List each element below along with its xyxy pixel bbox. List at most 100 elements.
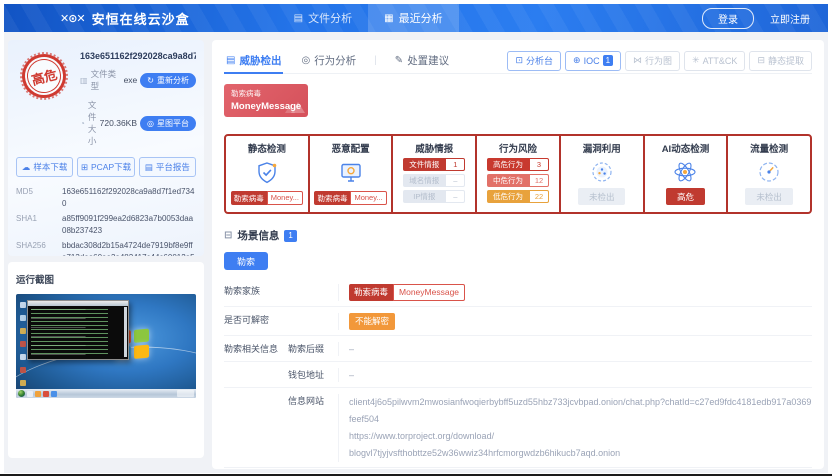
not-decryptable-tag: 不能解密 <box>349 313 395 330</box>
file-info: 163e651162f292028ca9a8d7f1ed73... ▥ 文件类型… <box>80 48 196 147</box>
tag-ransomware: 勒索病毒 <box>314 191 350 205</box>
reanalyze-icon: ↻ <box>147 76 154 85</box>
stat-label: 高危行为 <box>487 158 529 171</box>
shield-check-icon <box>254 155 280 191</box>
file-size-label: 文件大小 <box>88 99 97 147</box>
row-value: – <box>338 342 812 356</box>
ransomware-banner[interactable]: 勒索病毒 MoneyMessage <box>224 84 308 117</box>
atom-icon <box>672 155 698 188</box>
detail-row-sha256: SHA256 bbdac308d2b15a4724de7919bf8e9ffa7… <box>16 240 196 256</box>
terminal-text <box>31 309 119 356</box>
exploit-icon <box>589 155 615 188</box>
pcap-download-button[interactable]: ⊞PCAP下载 <box>77 157 134 177</box>
report-toolbar: ⊡分析台 ⊕IOC1 ⋈行为图 ✳ATT&CK ⊟静态提取 <box>507 51 812 71</box>
tab-label: 行为分析 <box>314 53 356 68</box>
stat-high-risk: 高危行为 3 <box>487 158 549 171</box>
terminal-scrollbar <box>124 307 127 357</box>
onion-blog-url: blogvl7tjyjvsfthobttze52w36wwiz34hrfcmor… <box>349 445 812 462</box>
taskbar-icon <box>51 391 57 397</box>
sha1-value: a85ff9091f299ea2d6823a7b0053daa08b237423 <box>62 213 196 237</box>
cloud-download-icon: ☁ <box>22 162 31 173</box>
button-label: 平台报告 <box>156 161 190 173</box>
register-link[interactable]: 立即注册 <box>770 11 810 26</box>
stat-label: IP情报 <box>403 190 445 203</box>
nav-items: ▤ 文件分析 ▦ 最近分析 <box>278 4 459 32</box>
tag-family: Money... <box>350 191 386 205</box>
nav-item-file-analysis[interactable]: ▤ 文件分析 <box>278 4 368 32</box>
file-size-value: 720.36KB <box>100 118 137 128</box>
file-type-icon: ▥ <box>80 76 88 85</box>
button-label: 样本下载 <box>33 161 67 173</box>
row-info-websites: 信息网站 client4j6o5pilwvm2mwosianfwoqierbyb… <box>224 388 812 468</box>
ransom-scene-tag[interactable]: 勒索 <box>224 252 268 270</box>
attack-icon: ✳ <box>692 55 700 66</box>
row-label: 勒索相关信息 <box>224 342 288 356</box>
file-name: 163e651162f292028ca9a8d7f1ed73... <box>80 51 196 61</box>
risk-stamp-wrap: 高危 <box>16 48 72 147</box>
run-screenshot-thumbnail[interactable] <box>16 294 196 398</box>
run-screenshot-card: 运行截图 <box>8 262 204 458</box>
file-summary-card: 高危 163e651162f292028ca9a8d7f1ed73... ▥ 文… <box>8 40 204 256</box>
tab-threat-detection[interactable]: ▤ 威胁检出 <box>224 48 283 74</box>
stat-low-risk: 低危行为 22 <box>487 190 549 203</box>
login-button[interactable]: 登录 <box>702 8 754 29</box>
banner-family: MoneyMessage <box>231 101 301 112</box>
static-extract-icon: ⊟ <box>757 55 765 66</box>
stat-file-intel: 文件情报 1 <box>403 158 465 171</box>
detection-tags: 勒索病毒 Money... <box>314 191 386 205</box>
recent-analysis-icon: ▦ <box>384 13 393 24</box>
reanalyze-button[interactable]: ↻重新分析 <box>140 73 196 88</box>
taskbar-icon <box>27 391 33 397</box>
tab-disposal-advice[interactable]: ✎ 处置建议 <box>393 48 451 74</box>
detection-title: 行为风险 <box>499 141 537 155</box>
stat-mid-risk: 中危行为 12 <box>487 174 549 187</box>
ioc-button[interactable]: ⊕IOC1 <box>565 51 621 71</box>
row-note-filename: 勒索信文件名 money_message.log <box>224 468 812 469</box>
attack-button[interactable]: ✳ATT&CK <box>684 51 745 71</box>
row-label: 勒索家族 <box>224 284 288 298</box>
tab-behavior-analysis[interactable]: ◎ 行为分析 <box>299 48 358 74</box>
behavior-analysis-icon: ◎ <box>301 55 310 66</box>
banner-category: 勒索病毒 <box>231 88 301 99</box>
detection-col-ai: AI动态检测 高危 <box>645 136 729 212</box>
button-label: IOC <box>584 56 600 66</box>
row-value: client4j6o5pilwvm2mwosianfwoqierbybff5uz… <box>338 394 812 462</box>
row-wallet-address: 钱包地址 – <box>224 362 812 388</box>
button-label: 分析台 <box>526 54 553 67</box>
terminal-window <box>27 300 129 360</box>
platform-report-button[interactable]: ▤平台报告 <box>139 157 196 177</box>
family-name-tag: MoneyMessage <box>393 284 465 301</box>
button-label: ATT&CK <box>703 56 738 66</box>
traffic-gauge-icon <box>756 155 782 188</box>
report-icon: ▤ <box>145 162 153 173</box>
detection-col-traffic: 流量检测 未检出 <box>728 136 810 212</box>
taskbar <box>16 389 196 398</box>
detection-title: 恶意配置 <box>332 141 370 155</box>
row-ransom-family: 勒索家族 勒索病毒MoneyMessage <box>224 278 812 307</box>
terminal-titlebar <box>28 301 128 306</box>
detection-summary-panel: 静态检测 勒索病毒 Money... 恶意配置 勒索病毒 <box>224 134 812 214</box>
nav-item-recent-analysis[interactable]: ▦ 最近分析 <box>368 4 458 32</box>
sample-download-button[interactable]: ☁样本下载 <box>16 157 73 177</box>
row-decryptable: 是否可解密 不能解密 <box>224 307 812 336</box>
desktop-icons <box>20 302 26 308</box>
collapse-icon[interactable]: ⊟ <box>224 230 232 241</box>
nav-right: 登录 立即注册 <box>702 8 810 29</box>
disposal-advice-icon: ✎ <box>395 55 403 66</box>
reanalyze-label: 重新分析 <box>157 75 189 86</box>
starmap-icon: ◎ <box>147 119 154 128</box>
analysis-console-button[interactable]: ⊡分析台 <box>507 51 561 71</box>
scene-info-title: 场景信息 <box>237 228 279 243</box>
stat-label: 文件情报 <box>403 158 445 171</box>
tab-label: 威胁检出 <box>239 53 281 68</box>
starmap-button[interactable]: ◎星图平台 <box>140 116 196 131</box>
row-value: 勒索病毒MoneyMessage <box>338 284 812 301</box>
detection-col-malicious-config: 恶意配置 勒索病毒 Money... <box>310 136 394 212</box>
detection-title: 威胁情报 <box>415 141 453 155</box>
stat-value: – <box>445 190 465 203</box>
static-extract-button[interactable]: ⊟静态提取 <box>749 51 812 71</box>
file-size-icon: ◔ <box>80 119 85 128</box>
behavior-graph-button[interactable]: ⋈行为图 <box>625 51 680 71</box>
stat-value: 3 <box>529 158 549 171</box>
detail-label: SHA256 <box>16 240 62 256</box>
